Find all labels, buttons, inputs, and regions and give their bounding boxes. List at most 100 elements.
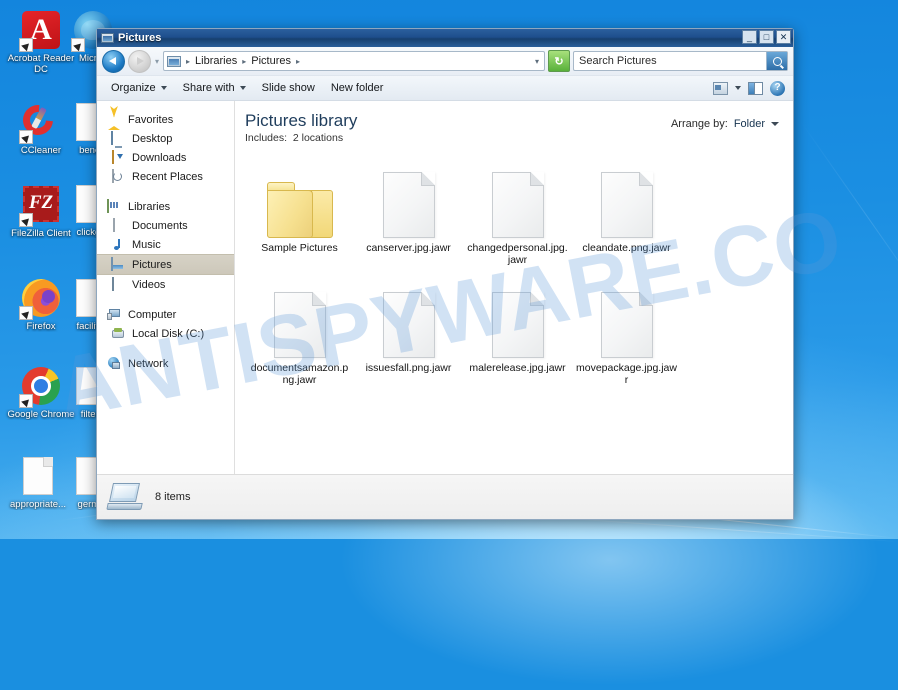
file-item-changedpersonal[interactable]: changedpersonal.jpg.jawr bbox=[463, 158, 572, 266]
local-disk-icon bbox=[111, 327, 126, 341]
sidebar-item-label: Downloads bbox=[132, 151, 187, 164]
library-header: Pictures library Includes: 2 locations A… bbox=[235, 101, 793, 144]
maximize-button[interactable]: □ bbox=[759, 30, 774, 44]
sidebar-item-label: Desktop bbox=[132, 132, 173, 145]
file-item-issuesfall[interactable]: issuesfall.png.jawr bbox=[354, 278, 463, 386]
sidebar-item-label: Videos bbox=[132, 278, 166, 291]
chevron-down-icon bbox=[239, 86, 246, 90]
refresh-button[interactable]: ↻ bbox=[548, 50, 570, 72]
history-dropdown-icon[interactable]: ▾ bbox=[155, 57, 159, 66]
sidebar-item-downloads[interactable]: Downloads bbox=[97, 148, 234, 167]
navigation-pane: Favorites Desktop Downloads Recent Place… bbox=[97, 101, 235, 474]
encrypted-file-icon bbox=[463, 278, 572, 358]
recent-places-icon bbox=[111, 168, 126, 184]
search-button[interactable] bbox=[766, 52, 787, 70]
chevron-down-icon[interactable] bbox=[771, 122, 779, 126]
favorites-star-icon bbox=[107, 113, 122, 130]
file-name: issuesfall.png.jawr bbox=[365, 362, 452, 374]
sidebar-item-label: Recent Places bbox=[132, 170, 203, 183]
window-title: Pictures bbox=[118, 32, 162, 44]
acrobat-reader-icon bbox=[19, 11, 61, 52]
desktop-icon bbox=[111, 130, 126, 146]
encrypted-file-icon bbox=[354, 158, 463, 238]
organize-label: Organize bbox=[111, 82, 156, 94]
file-name: movepackage.jpg.jawr bbox=[576, 362, 677, 386]
breadcrumb-separator[interactable]: ▸ bbox=[184, 57, 192, 66]
search-icon bbox=[772, 56, 782, 66]
back-button[interactable] bbox=[102, 49, 125, 73]
breadcrumb-libraries[interactable]: Libraries bbox=[194, 55, 238, 67]
explorer-window: Pictures _ □ ✕ ▾ ▸ Libraries ▸ Pictures … bbox=[96, 28, 794, 520]
sidebar-item-label: Libraries bbox=[128, 200, 171, 213]
file-list-pane[interactable]: Pictures library Includes: 2 locations A… bbox=[235, 101, 793, 474]
pictures-library-icon bbox=[101, 32, 114, 44]
file-item-malerelease[interactable]: malerelease.jpg.jawr bbox=[463, 278, 572, 386]
library-includes: Includes: 2 locations bbox=[245, 132, 357, 144]
sidebar-item-computer[interactable]: Computer bbox=[97, 305, 234, 324]
picture-folder-icon bbox=[245, 158, 354, 238]
navigation-bar: ▾ ▸ Libraries ▸ Pictures ▸ ▾ ↻ Search Pi… bbox=[97, 47, 793, 76]
view-caret-icon[interactable] bbox=[735, 86, 741, 90]
sidebar-item-label: Local Disk (C:) bbox=[132, 327, 205, 340]
sidebar-item-videos[interactable]: Videos bbox=[97, 275, 234, 294]
encrypted-file-icon bbox=[245, 278, 354, 358]
pictures-icon bbox=[111, 256, 126, 272]
change-view-icon[interactable] bbox=[713, 81, 728, 95]
arrange-by-control[interactable]: Arrange by: Folder bbox=[671, 110, 779, 130]
search-input[interactable]: Search Pictures bbox=[579, 55, 766, 67]
forward-button[interactable] bbox=[128, 49, 151, 73]
encrypted-file-icon bbox=[463, 158, 572, 238]
address-dropdown-icon[interactable]: ▾ bbox=[535, 57, 542, 66]
sidebar-item-music[interactable]: Music bbox=[97, 235, 234, 254]
search-box[interactable]: Search Pictures bbox=[573, 51, 788, 71]
breadcrumb-separator[interactable]: ▸ bbox=[240, 57, 248, 66]
library-icon bbox=[167, 55, 182, 68]
encrypted-file-icon bbox=[572, 278, 681, 358]
preview-pane-icon[interactable] bbox=[748, 81, 763, 95]
new-folder-button[interactable]: New folder bbox=[323, 79, 392, 97]
file-name: cleandate.png.jawr bbox=[582, 242, 671, 254]
sidebar-item-label: Favorites bbox=[128, 113, 174, 126]
computer-items-icon bbox=[106, 483, 143, 511]
sidebar-item-desktop[interactable]: Desktop bbox=[97, 129, 234, 148]
shortcut-overlay-icon bbox=[19, 213, 33, 227]
shortcut-overlay-icon bbox=[19, 130, 33, 144]
slide-show-button[interactable]: Slide show bbox=[254, 79, 323, 97]
sidebar-item-label: Computer bbox=[128, 308, 177, 321]
file-item-sample-pictures[interactable]: Sample Pictures bbox=[245, 158, 354, 266]
address-bar[interactable]: ▸ Libraries ▸ Pictures ▸ ▾ bbox=[163, 51, 545, 71]
file-item-movepackage[interactable]: movepackage.jpg.jawr bbox=[572, 278, 681, 386]
sidebar-item-pictures[interactable]: Pictures bbox=[97, 254, 234, 275]
help-icon[interactable]: ? bbox=[770, 80, 785, 96]
shortcut-overlay-icon bbox=[19, 38, 33, 52]
sidebar-item-documents[interactable]: Documents bbox=[97, 216, 234, 235]
share-with-button[interactable]: Share with bbox=[175, 79, 254, 97]
slide-show-label: Slide show bbox=[261, 82, 315, 94]
minimize-button[interactable]: _ bbox=[742, 30, 757, 44]
arrange-by-value[interactable]: Folder bbox=[734, 118, 765, 130]
window-title-bar[interactable]: Pictures _ □ ✕ bbox=[97, 29, 793, 47]
new-folder-label: New folder bbox=[330, 82, 384, 94]
file-name: canserver.jpg.jawr bbox=[366, 242, 451, 254]
sidebar-item-libraries[interactable]: Libraries bbox=[97, 197, 234, 216]
close-button[interactable]: ✕ bbox=[776, 30, 791, 44]
encrypted-file-icon bbox=[354, 278, 463, 358]
music-icon bbox=[111, 238, 126, 252]
breadcrumb-separator[interactable]: ▸ bbox=[294, 57, 302, 66]
sidebar-item-favorites[interactable]: Favorites bbox=[97, 110, 234, 130]
shortcut-overlay-icon bbox=[19, 394, 33, 408]
share-with-label: Share with bbox=[182, 82, 235, 94]
file-item-documentsamazon[interactable]: documentsamazon.png.jawr bbox=[245, 278, 354, 386]
libraries-icon bbox=[107, 198, 122, 214]
file-item-cleandate[interactable]: cleandate.png.jawr bbox=[572, 158, 681, 266]
sidebar-item-recent-places[interactable]: Recent Places bbox=[97, 167, 234, 186]
sidebar-item-local-disk[interactable]: Local Disk (C:) bbox=[97, 324, 234, 343]
nav-group-computer: Computer Local Disk (C:) bbox=[97, 305, 234, 343]
includes-label: Includes: bbox=[245, 132, 288, 144]
sidebar-item-network[interactable]: Network bbox=[97, 354, 234, 373]
window-controls: _ □ ✕ bbox=[742, 30, 791, 44]
includes-value: 2 locations bbox=[292, 132, 344, 144]
organize-button[interactable]: Organize bbox=[103, 79, 175, 97]
breadcrumb-pictures[interactable]: Pictures bbox=[250, 55, 292, 67]
file-item-canserver[interactable]: canserver.jpg.jawr bbox=[354, 158, 463, 266]
